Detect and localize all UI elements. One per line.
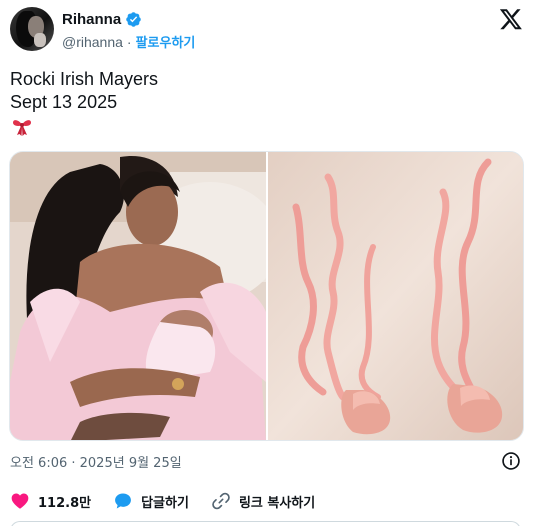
- author-name[interactable]: Rihanna: [62, 11, 121, 28]
- tweet-text: Rocki Irish Mayers Sept 13 2025: [10, 68, 158, 114]
- verified-badge-icon: [126, 12, 141, 27]
- like-count: 112.8만: [38, 495, 92, 511]
- author-handle-line: @rihanna · 팔로우하기: [62, 32, 196, 52]
- tweet-text-line-1: Rocki Irish Mayers: [10, 69, 159, 89]
- tweet-timestamp[interactable]: 오전 6:06 · 2025년 9월 25일: [10, 452, 182, 471]
- separator-dot: ·: [126, 33, 132, 50]
- x-logo-icon[interactable]: [499, 7, 523, 31]
- copy-link-label: 링크 복사하기: [238, 495, 316, 511]
- reply-label: 답글하기: [141, 495, 189, 511]
- info-icon[interactable]: [501, 451, 521, 471]
- photo-left[interactable]: [10, 152, 266, 440]
- avatar[interactable]: [10, 7, 54, 51]
- avatar-hand: [34, 33, 46, 47]
- photo-right[interactable]: [268, 152, 523, 440]
- tweet-actions: 112.8만 답글하기 링크 복사하기: [10, 490, 525, 512]
- follow-button[interactable]: 팔로우하기: [136, 32, 196, 51]
- copy-link-button[interactable]: 링크 복사하기: [211, 491, 315, 511]
- author-handle[interactable]: @rihanna: [62, 34, 123, 50]
- photo-right-illustration: [268, 152, 523, 440]
- ribbon-bow-icon: [13, 120, 31, 136]
- tweet-header: Rihanna @rihanna · 팔로우하기: [10, 7, 525, 55]
- tweet-text-line-2: Sept 13 2025: [10, 92, 118, 112]
- photo-left-illustration: [10, 152, 266, 440]
- next-card-edge: [10, 521, 521, 526]
- media-grid: [9, 151, 524, 441]
- author-name-line: Rihanna: [62, 11, 142, 28]
- heart-icon: [11, 493, 29, 509]
- like-button[interactable]: 112.8만: [10, 491, 91, 511]
- reply-bubble-icon: [115, 493, 132, 509]
- link-icon: [212, 492, 230, 510]
- reply-button[interactable]: 답글하기: [113, 491, 189, 511]
